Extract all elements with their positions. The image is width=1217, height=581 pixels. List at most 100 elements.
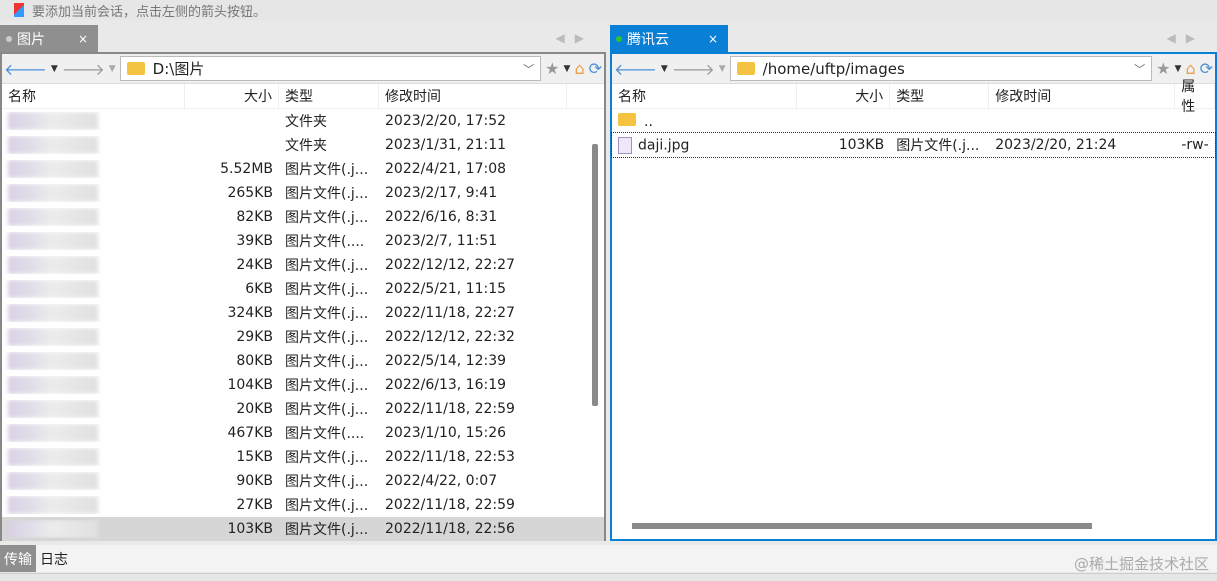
horizontal-scrollbar[interactable]: [632, 523, 1092, 529]
close-icon[interactable]: ×: [78, 32, 88, 46]
folder-icon: [618, 112, 636, 126]
file-type: 图片文件(.j...: [285, 378, 369, 394]
file-size: 80KB: [236, 353, 273, 369]
column-modified[interactable]: 修改时间: [379, 84, 567, 108]
table-row[interactable]: 24KB 图片文件(.j... 2022/12/12, 22:27: [2, 253, 604, 277]
table-row[interactable]: daji.jpg 103KB 图片文件(.j... 2023/2/20, 21:…: [611, 132, 1216, 158]
file-name-blurred: [2, 448, 185, 466]
file-modified: 2022/4/22, 0:07: [385, 473, 498, 489]
file-type: 图片文件(.j...: [285, 210, 369, 226]
file-attributes: -rw-: [1181, 137, 1209, 153]
column-modified[interactable]: 修改时间: [989, 84, 1176, 108]
forward-icon[interactable]: 🡒: [62, 59, 105, 79]
file-type: 图片文件(.j...: [896, 138, 980, 154]
table-row[interactable]: 15KB 图片文件(.j... 2022/11/18, 22:53: [2, 445, 604, 469]
file-size: 82KB: [236, 209, 273, 225]
flag-icon[interactable]: [14, 3, 24, 17]
table-row[interactable]: 103KB 图片文件(.j... 2022/11/18, 22:56: [2, 517, 604, 541]
file-size: 5.52MB: [220, 161, 273, 177]
column-type[interactable]: 类型: [279, 84, 379, 108]
table-row[interactable]: 82KB 图片文件(.j... 2022/6/16, 8:31: [2, 205, 604, 229]
file-type: 图片文件(.j...: [285, 282, 369, 298]
forward-icon[interactable]: 🡒: [672, 59, 715, 79]
table-row[interactable]: 6KB 图片文件(.j... 2022/5/21, 11:15: [2, 277, 604, 301]
refresh-icon[interactable]: ⟳: [589, 59, 602, 78]
file-type: 文件夹: [285, 138, 327, 154]
file-name-blurred: [2, 304, 185, 322]
file-size: 103KB: [838, 137, 885, 153]
file-name-blurred: [2, 424, 185, 442]
table-row[interactable]: 265KB 图片文件(.j... 2023/2/17, 9:41: [2, 181, 604, 205]
table-row[interactable]: 5.52MB 图片文件(.j... 2022/4/21, 17:08: [2, 157, 604, 181]
table-row[interactable]: ..: [612, 109, 1215, 133]
file-type: 图片文件(....: [285, 426, 365, 442]
close-icon[interactable]: ×: [708, 32, 718, 46]
file-modified: 2022/11/18, 22:59: [385, 497, 515, 513]
file-name-blurred: [2, 232, 185, 250]
file-size: 29KB: [236, 329, 273, 345]
path-input[interactable]: D:\图片 ﹀: [119, 56, 542, 81]
file-modified: 2023/1/10, 15:26: [385, 425, 507, 441]
star-icon[interactable]: ★: [545, 59, 559, 78]
chevron-down-icon[interactable]: ▼: [109, 64, 116, 74]
info-bar: 要添加当前会话，点击左侧的箭头按钮。: [0, 0, 1217, 20]
status-dot-icon: [6, 35, 12, 42]
chevron-down-icon[interactable]: ▼: [719, 64, 726, 74]
file-modified: 2023/2/20, 21:24: [995, 137, 1117, 153]
tab-label: 图片: [17, 31, 45, 48]
table-row[interactable]: 文件夹 2023/2/20, 17:52: [2, 109, 604, 133]
file-modified: 2023/2/17, 9:41: [385, 185, 498, 201]
tab-remote[interactable]: 腾讯云 ×: [610, 25, 728, 52]
back-icon[interactable]: 🡐: [614, 59, 657, 79]
column-name[interactable]: 名称: [2, 84, 185, 108]
info-text: 要添加当前会话，点击左侧的箭头按钮。: [32, 4, 267, 20]
chevron-down-icon[interactable]: ▼: [661, 64, 668, 74]
file-modified: 2023/2/7, 11:51: [385, 233, 498, 249]
home-icon[interactable]: ⌂: [574, 59, 584, 78]
table-row[interactable]: 90KB 图片文件(.j... 2022/4/22, 0:07: [2, 469, 604, 493]
star-icon[interactable]: ★: [1156, 59, 1170, 78]
tab-log[interactable]: 日志: [36, 545, 72, 572]
table-row[interactable]: 20KB 图片文件(.j... 2022/11/18, 22:59: [2, 397, 604, 421]
tab-scroll-arrows[interactable]: ◀▶: [556, 31, 594, 45]
file-modified: 2022/12/12, 22:27: [385, 257, 515, 273]
table-row[interactable]: 80KB 图片文件(.j... 2022/5/14, 12:39: [2, 349, 604, 373]
table-row[interactable]: 文件夹 2023/1/31, 21:11: [2, 133, 604, 157]
chevron-down-icon[interactable]: ﹀: [523, 61, 534, 77]
vertical-scrollbar[interactable]: [592, 144, 598, 406]
watermark: @稀土掘金技术社区: [1073, 555, 1209, 573]
file-name-text: daji.jpg: [638, 137, 690, 153]
file-name-blurred: [2, 352, 185, 370]
table-row[interactable]: 39KB 图片文件(.... 2023/2/7, 11:51: [2, 229, 604, 253]
back-icon[interactable]: 🡐: [4, 59, 47, 79]
chevron-down-icon[interactable]: ﹀: [1134, 61, 1145, 77]
file-size: 90KB: [236, 473, 273, 489]
file-size: 20KB: [236, 401, 273, 417]
file-type: 图片文件(.j...: [285, 498, 369, 514]
tab-local[interactable]: 图片 ×: [0, 25, 98, 52]
tab-transfer[interactable]: 传输: [0, 545, 36, 572]
file-name-blurred: [2, 376, 185, 394]
file-modified: 2022/11/18, 22:53: [385, 449, 515, 465]
file-type: 图片文件(.j...: [285, 330, 369, 346]
table-row[interactable]: 104KB 图片文件(.j... 2022/6/13, 16:19: [2, 373, 604, 397]
chevron-down-icon[interactable]: ▼: [51, 64, 58, 74]
table-row[interactable]: 324KB 图片文件(.j... 2022/11/18, 22:27: [2, 301, 604, 325]
column-size[interactable]: 大小: [185, 84, 279, 108]
file-modified: 2022/5/21, 11:15: [385, 281, 507, 297]
file-size: 103KB: [227, 521, 273, 537]
table-row[interactable]: 27KB 图片文件(.j... 2022/11/18, 22:59: [2, 493, 604, 517]
file-modified: 2022/6/16, 8:31: [385, 209, 498, 225]
column-name[interactable]: 名称: [612, 84, 798, 108]
table-row[interactable]: 467KB 图片文件(.... 2023/1/10, 15:26: [2, 421, 604, 445]
chevron-down-icon[interactable]: ▼: [1175, 64, 1182, 74]
path-input[interactable]: /home/uftp/images ﹀: [729, 56, 1153, 81]
table-row[interactable]: 29KB 图片文件(.j... 2022/12/12, 22:32: [2, 325, 604, 349]
chevron-down-icon[interactable]: ▼: [564, 64, 571, 74]
column-attributes[interactable]: 属性: [1175, 79, 1215, 115]
column-size[interactable]: 大小: [797, 84, 891, 108]
tab-scroll-arrows[interactable]: ◀▶: [1167, 31, 1205, 45]
file-type: 图片文件(.j...: [285, 186, 369, 202]
column-type[interactable]: 类型: [890, 84, 990, 108]
file-type: 图片文件(.j...: [285, 162, 369, 178]
